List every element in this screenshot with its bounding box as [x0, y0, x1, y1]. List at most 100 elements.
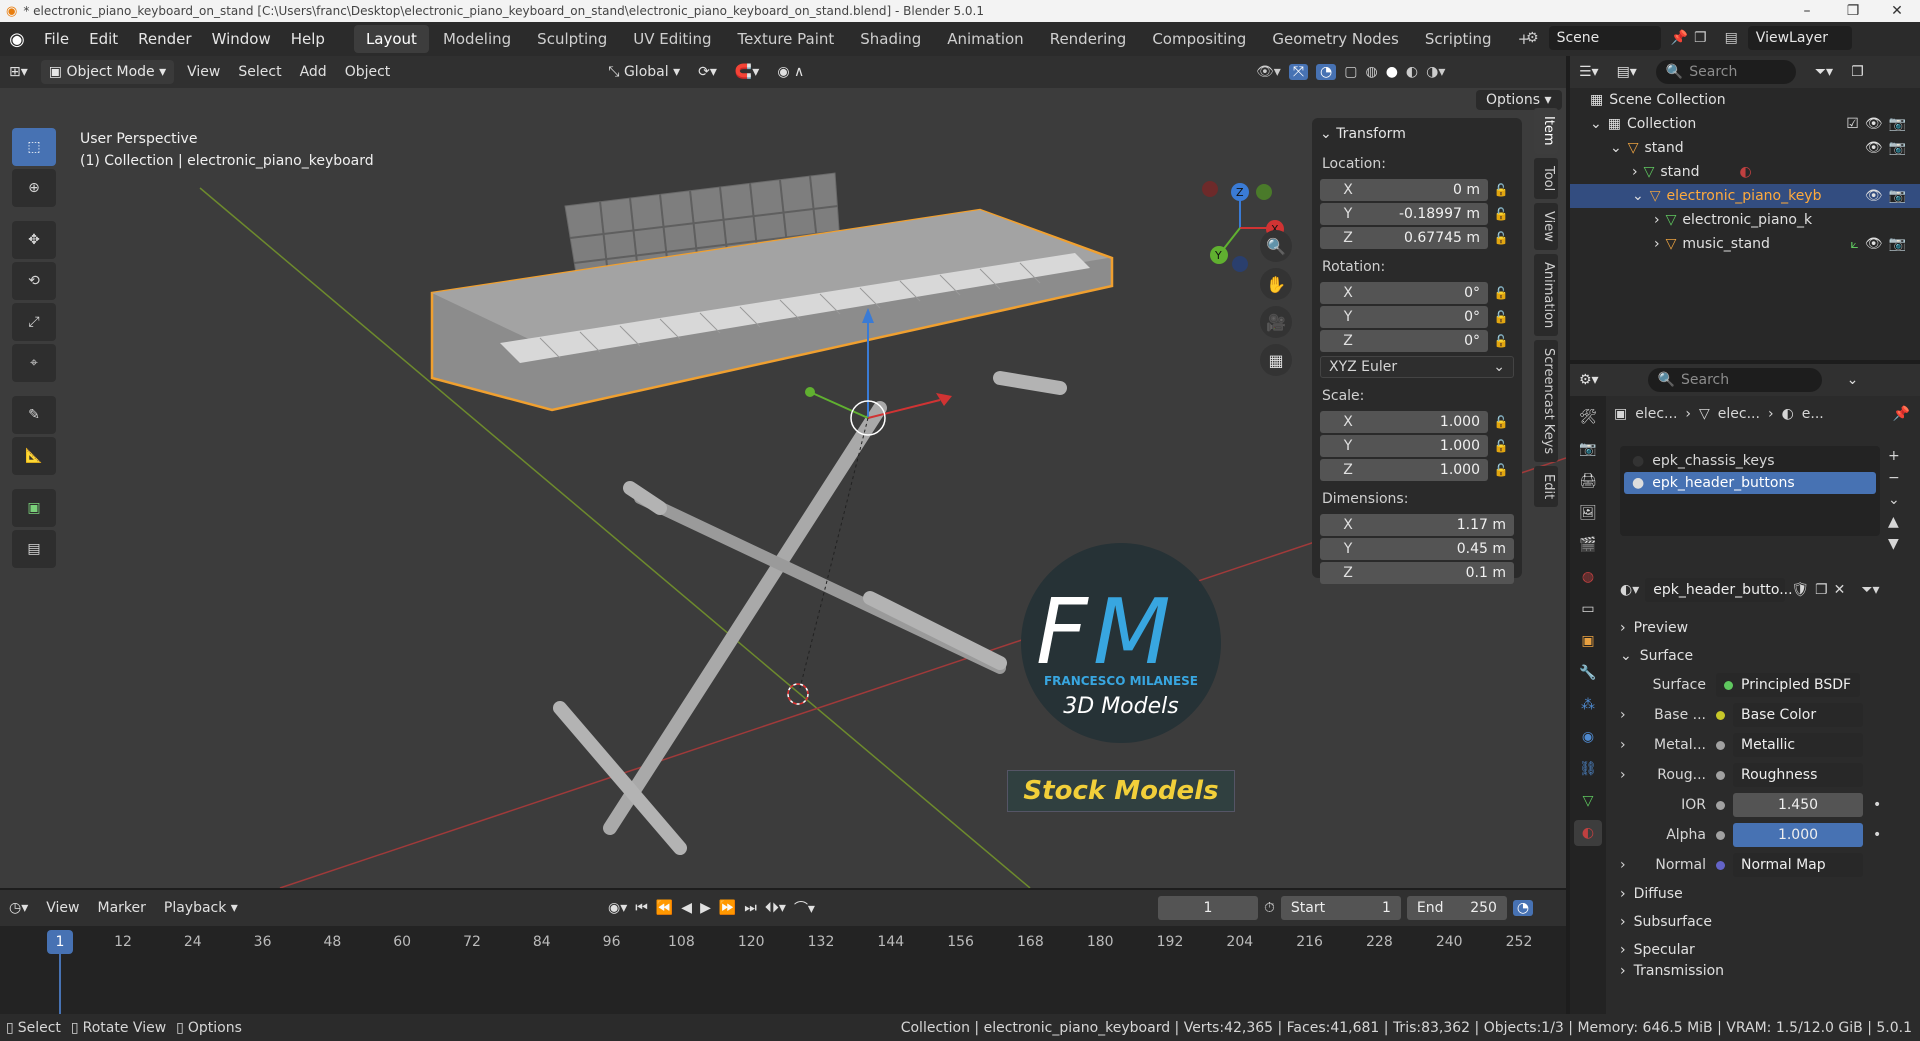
outliner-row-music-stand[interactable]: › ▽ music_stand ⟀ 👁 📷: [1570, 232, 1920, 256]
menu-add[interactable]: Add: [291, 59, 336, 85]
rotation-x-field[interactable]: X 0°: [1320, 281, 1488, 304]
outliner-row-stand[interactable]: ⌄ ▽ stand 👁 📷: [1570, 136, 1920, 160]
specular-section[interactable]: › Specular: [1606, 936, 1920, 964]
visibility-icon[interactable]: 👁▾: [1256, 64, 1281, 80]
rotation-z-field[interactable]: Z 0°: [1320, 329, 1488, 352]
object-tab-icon[interactable]: ▣: [1574, 628, 1602, 654]
camera-icon[interactable]: 🎥: [1260, 306, 1292, 338]
data-tab-icon[interactable]: ▽: [1574, 788, 1602, 814]
timeline-menu-marker[interactable]: Marker: [88, 895, 154, 921]
expand-icon[interactable]: ›: [1620, 737, 1626, 753]
timeline[interactable]: 12 24 36 48 60 72 84 96 108 120 132 144 156 168 180 192…: [0, 926, 1566, 1014]
object-mode-dropdown[interactable]: ▣ Object Mode ▾: [40, 60, 175, 84]
material-slot-header[interactable]: ● epk_header_buttons: [1624, 472, 1876, 494]
shader-input-field[interactable]: 1.000: [1733, 823, 1863, 847]
chevron-down-icon[interactable]: ⌄: [1610, 140, 1622, 156]
outliner-row-collection[interactable]: ⌄ ▦ Collection ☑ 👁 📷: [1570, 112, 1920, 136]
scale-tool[interactable]: ⤢: [12, 303, 56, 341]
material-tab-icon[interactable]: ◐: [1574, 820, 1602, 846]
camera-icon[interactable]: 📷: [1889, 188, 1906, 204]
dimensions-z-field[interactable]: Z 0.1 m: [1320, 561, 1514, 584]
lock-icon[interactable]: 🔓: [1488, 286, 1514, 300]
add-cube-tool[interactable]: ▣: [12, 489, 56, 527]
input-socket-icon[interactable]: [1716, 860, 1725, 870]
tab-shading[interactable]: Shading: [848, 25, 933, 53]
surface-section[interactable]: ⌄ Surface: [1606, 642, 1920, 670]
timeline-menu-view[interactable]: View: [37, 895, 88, 921]
lock-icon[interactable]: 🔓: [1488, 183, 1514, 197]
preview-section[interactable]: › Preview: [1606, 614, 1920, 642]
new-collection-icon[interactable]: ❐: [1842, 59, 1873, 85]
keying-icon[interactable]: ⌒▾: [794, 898, 815, 918]
link-icon[interactable]: ⏷▾: [1861, 582, 1879, 598]
menu-object[interactable]: Object: [336, 59, 400, 85]
material-slot-chassis[interactable]: ● epk_chassis_keys: [1624, 450, 1876, 472]
modifier-tab-icon[interactable]: 🔧: [1574, 660, 1602, 686]
menu-edit[interactable]: Edit: [79, 22, 128, 56]
shader-input-field[interactable]: Metallic: [1733, 733, 1863, 757]
viewport-options-button[interactable]: Options ▾: [1476, 90, 1562, 110]
tab-edit[interactable]: Edit: [1534, 466, 1558, 508]
unlink-material-icon[interactable]: ✕: [1834, 582, 1846, 598]
play-icon[interactable]: ▶: [700, 900, 711, 916]
display-mode-icon[interactable]: ▤▾: [1608, 59, 1646, 85]
stopwatch-icon[interactable]: ⏱: [1264, 900, 1275, 916]
editor-type-icon[interactable]: ⊞▾: [0, 59, 37, 85]
material-browse-icon[interactable]: ◐▾: [1620, 582, 1639, 598]
snap-icon[interactable]: 🧲▾: [726, 59, 768, 85]
outliner-row-scene-collection[interactable]: ▦ Scene Collection: [1570, 88, 1920, 112]
viewlayer-icon[interactable]: ▤: [1725, 30, 1738, 46]
xray-icon[interactable]: ▢: [1344, 64, 1357, 80]
location-z-field[interactable]: Z 0.67745 m: [1320, 226, 1488, 249]
move-down-icon[interactable]: ▼: [1888, 536, 1900, 552]
outliner-row-stand-mesh[interactable]: › ▽ stand ◐: [1570, 160, 1920, 184]
cursor-tool[interactable]: ⊕: [12, 169, 56, 207]
keyframe-dot-icon[interactable]: •: [1873, 827, 1881, 843]
constraints-tab-icon[interactable]: ⛓: [1574, 756, 1602, 782]
input-socket-icon[interactable]: [1716, 800, 1725, 810]
input-socket-icon[interactable]: [1716, 830, 1725, 840]
minimize-icon[interactable]: –: [1784, 0, 1830, 22]
shader-input-field[interactable]: Roughness: [1733, 763, 1863, 787]
scale-z-field[interactable]: Z 1.000: [1320, 458, 1488, 481]
input-socket-icon[interactable]: [1716, 770, 1725, 780]
lock-icon[interactable]: 🔓: [1488, 207, 1514, 221]
move-up-icon[interactable]: ▲: [1888, 514, 1900, 530]
menu-select[interactable]: Select: [229, 59, 290, 85]
expand-icon[interactable]: ›: [1620, 767, 1626, 783]
tab-compositing[interactable]: Compositing: [1140, 25, 1258, 53]
close-icon[interactable]: ✕: [1874, 0, 1920, 22]
properties-editor-icon[interactable]: ⚙▾: [1570, 367, 1608, 393]
tab-sculpting[interactable]: Sculpting: [525, 25, 619, 53]
tab-modeling[interactable]: Modeling: [431, 25, 523, 53]
select-box-tool[interactable]: ⬚: [12, 128, 56, 166]
shader-input-field[interactable]: Normal Map: [1733, 853, 1863, 877]
menu-render[interactable]: Render: [128, 22, 201, 56]
menu-file[interactable]: File: [34, 22, 79, 56]
outliner-editor-icon[interactable]: ☰▾: [1570, 59, 1608, 85]
particles-tab-icon[interactable]: ⁂: [1574, 692, 1602, 718]
dimensions-y-field[interactable]: Y 0.45 m: [1320, 537, 1514, 560]
start-frame-field[interactable]: Start 1: [1280, 896, 1401, 920]
add-slot-icon[interactable]: +: [1888, 448, 1900, 464]
location-y-field[interactable]: Y -0.18997 m: [1320, 202, 1488, 225]
rotate-tool[interactable]: ⟲: [12, 262, 56, 300]
tab-animation[interactable]: Animation: [935, 25, 1035, 53]
chevron-right-icon[interactable]: ›: [1654, 236, 1660, 252]
outliner-row-piano-mesh[interactable]: › ▽ electronic_piano_k: [1570, 208, 1920, 232]
prev-keyframe-icon[interactable]: ⏪: [656, 900, 673, 916]
eye-icon[interactable]: 👁: [1865, 116, 1883, 132]
chevron-right-icon[interactable]: ›: [1632, 164, 1638, 180]
menu-help[interactable]: Help: [281, 22, 335, 56]
fake-user-icon[interactable]: 🛡: [1791, 582, 1809, 598]
lock-icon[interactable]: 🔓: [1488, 334, 1514, 348]
subsurface-section[interactable]: › Subsurface: [1606, 908, 1920, 936]
rotation-mode-dropdown[interactable]: XYZ Euler ⌄: [1320, 356, 1514, 378]
properties-search-input[interactable]: 🔍 Search: [1647, 368, 1822, 392]
camera-icon[interactable]: 📷: [1889, 236, 1906, 252]
play-reverse-icon[interactable]: ◀: [681, 900, 692, 916]
new-scene-icon[interactable]: ❐: [1694, 30, 1707, 46]
rendered-shading-icon[interactable]: ◑▾: [1426, 64, 1445, 80]
transmission-section[interactable]: › Transmission: [1606, 964, 1920, 978]
camera-icon[interactable]: 📷: [1889, 140, 1906, 156]
